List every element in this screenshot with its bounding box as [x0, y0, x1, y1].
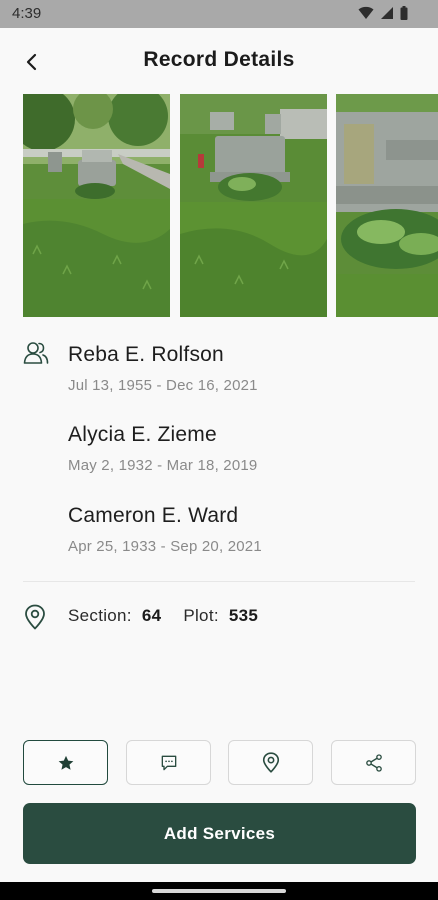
page-title: Record Details [143, 48, 295, 71]
header: Record Details [0, 28, 438, 94]
map-pin-icon [24, 604, 46, 635]
person-dates: Jul 13, 1955 - Dec 16, 2021 [68, 377, 258, 394]
person-name: Reba E. Rolfson [68, 343, 224, 366]
record-entry: Reba E. Rolfson Jul 13, 1955 - Dec 16, 2… [68, 343, 258, 394]
status-bar: 4:39 [0, 0, 438, 28]
record-entry: Cameron E. Ward Apr 25, 1933 - Sep 20, 2… [68, 504, 262, 555]
section-label: Section: [68, 606, 132, 625]
status-icons [358, 6, 408, 20]
map-button[interactable] [228, 740, 313, 785]
section-value: 64 [141, 606, 162, 625]
grave-photo-2[interactable] [180, 94, 327, 317]
message-button[interactable] [126, 740, 211, 785]
share-button[interactable] [331, 740, 416, 785]
photo-gallery[interactable] [23, 94, 438, 317]
grave-photo-1[interactable] [23, 94, 170, 317]
plot-value: 535 [228, 606, 259, 625]
grave-photo-3[interactable] [336, 94, 438, 317]
divider [23, 581, 415, 582]
cellular-signal-icon [381, 7, 393, 19]
star-icon [58, 755, 73, 770]
person-dates: May 2, 1932 - Mar 18, 2019 [68, 457, 258, 474]
chat-icon [161, 755, 176, 770]
plot-label: Plot: [183, 606, 219, 625]
battery-icon [400, 6, 408, 20]
status-time: 4:39 [12, 5, 42, 22]
system-nav-bar [0, 882, 438, 900]
map-pin-icon [262, 752, 279, 773]
share-icon [365, 753, 382, 772]
favorite-button[interactable] [23, 740, 108, 785]
record-details-screen: 4:39 Record Details Reba E. Rolfson Jul … [0, 0, 438, 900]
home-indicator[interactable] [152, 889, 286, 893]
person-name: Cameron E. Ward [68, 504, 239, 527]
record-entry: Alycia E. Zieme May 2, 1932 - Mar 18, 20… [68, 423, 257, 474]
person-name: Alycia E. Zieme [68, 423, 217, 446]
add-services-button[interactable]: Add Services [23, 803, 416, 864]
person-dates: Apr 25, 1933 - Sep 20, 2021 [68, 538, 262, 555]
wifi-icon [358, 6, 374, 19]
people-icon [23, 340, 49, 371]
location-row: Section: 64 Plot: 535 [68, 606, 258, 626]
